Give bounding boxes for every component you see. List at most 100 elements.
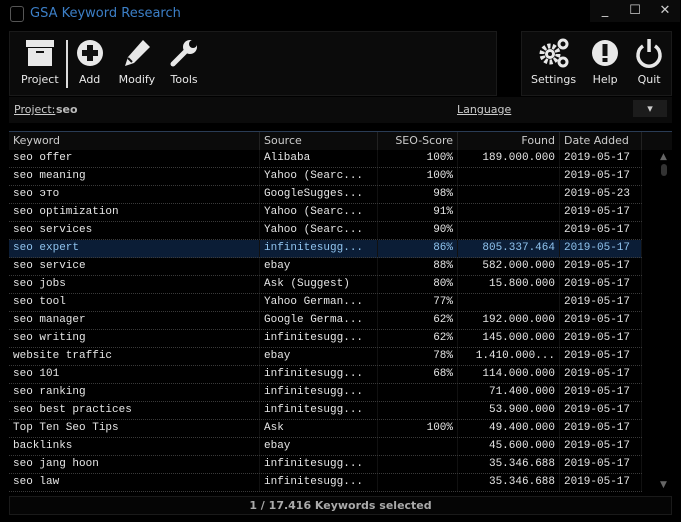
- scroll-up-arrow[interactable]: ▲: [655, 152, 672, 162]
- cell-keyword: seo tool: [9, 294, 260, 311]
- cell-seo-score: 100%: [378, 168, 458, 185]
- project-link[interactable]: Project:: [14, 103, 55, 116]
- quit-button[interactable]: Quit: [627, 38, 671, 86]
- cell-found: 35.346.688: [458, 474, 560, 491]
- vertical-scrollbar[interactable]: ▲ ▼: [655, 150, 672, 495]
- cell-date-added: 2019-05-17: [560, 348, 642, 365]
- cell-seo-score: 78%: [378, 348, 458, 365]
- cell-seo-score: 88%: [378, 258, 458, 275]
- table-row[interactable]: seo optimization Yahoo (Searc... 91% 2019-0…: [9, 204, 642, 222]
- table-row[interactable]: seo services Yahoo (Searc... 90% 2019-05-17: [9, 222, 642, 240]
- cell-found: 805.337.464: [458, 240, 560, 257]
- cell-date-added: 2019-05-17: [560, 168, 642, 185]
- cell-source: Google Germa...: [260, 312, 378, 329]
- cell-date-added: 2019-05-17: [560, 240, 642, 257]
- minimize-button[interactable]: _: [590, 0, 620, 22]
- scroll-down-arrow[interactable]: ▼: [655, 480, 672, 490]
- table-row[interactable]: seo best practices infinitesugg... 53.900.…: [9, 402, 642, 420]
- table-row[interactable]: seo manager Google Germa... 62% 192.000.000…: [9, 312, 642, 330]
- window-title: GSA Keyword Research: [30, 6, 181, 21]
- cell-source: infinitesugg...: [260, 474, 378, 491]
- scroll-thumb[interactable]: [660, 164, 667, 176]
- cell-date-added: 2019-05-17: [560, 150, 642, 167]
- table-row[interactable]: Top Ten Seo Tips Ask 100% 49.400.000 2019-05…: [9, 420, 642, 438]
- cell-source: ebay: [260, 348, 378, 365]
- cell-date-added: 2019-05-17: [560, 438, 642, 455]
- cell-seo-score: [378, 384, 458, 401]
- cell-found: 114.000.000: [458, 366, 560, 383]
- language-dropdown[interactable]: ▾: [633, 100, 667, 117]
- cell-found: [458, 294, 560, 311]
- cell-source: ebay: [260, 438, 378, 455]
- settings-button[interactable]: Settings: [524, 38, 583, 86]
- cell-seo-score: [378, 456, 458, 473]
- column-header-source[interactable]: Source: [260, 132, 378, 150]
- column-header-found[interactable]: Found: [458, 132, 560, 150]
- cell-source: infinitesugg...: [260, 330, 378, 347]
- power-icon: [636, 39, 662, 68]
- close-button[interactable]: ✕: [650, 0, 680, 22]
- cell-found: 1.410.000...: [458, 348, 560, 365]
- cell-found: [458, 168, 560, 185]
- box-icon: [25, 40, 54, 66]
- cell-found: [458, 186, 560, 203]
- table-row[interactable]: website traffic ebay 78% 1.410.000... 2019-0…: [9, 348, 642, 366]
- tools-button[interactable]: Tools: [162, 38, 206, 86]
- cell-source: Yahoo (Searc...: [260, 168, 378, 185]
- table-row[interactable]: seo jang hoon infinitesugg... 35.346.688 20…: [9, 456, 642, 474]
- right-toolbar: Settings Help Quit: [521, 31, 672, 96]
- table-row[interactable]: seo 101 infinitesugg... 68% 114.000.000 2019…: [9, 366, 642, 384]
- cell-seo-score: 86%: [378, 240, 458, 257]
- cell-keyword: seo service: [9, 258, 260, 275]
- table-row[interactable]: seo ranking infinitesugg... 71.400.000 2019…: [9, 384, 642, 402]
- cell-seo-score: 62%: [378, 312, 458, 329]
- column-header-date-added[interactable]: Date Added: [560, 132, 642, 150]
- table-row[interactable]: seo offer Alibaba 100% 189.000.000 2019-05-1…: [9, 150, 642, 168]
- cell-seo-score: 100%: [378, 150, 458, 167]
- plus-circle-icon: [76, 40, 103, 66]
- column-header-seo-score[interactable]: SEO-Score: [378, 132, 458, 150]
- cell-keyword: seo offer: [9, 150, 260, 167]
- cell-date-added: 2019-05-17: [560, 312, 642, 329]
- cell-date-added: 2019-05-17: [560, 384, 642, 401]
- project-button[interactable]: Project: [14, 38, 66, 86]
- table-row[interactable]: seo writing infinitesugg... 62% 145.000.000…: [9, 330, 642, 348]
- pencil-icon: [124, 40, 150, 66]
- table-row[interactable]: seo jobs Ask (Suggest) 80% 15.800.000 2019-0…: [9, 276, 642, 294]
- column-header-keyword[interactable]: Keyword: [9, 132, 260, 150]
- cell-date-added: 2019-05-17: [560, 474, 642, 491]
- cell-date-added: 2019-05-17: [560, 294, 642, 311]
- cell-found: 15.800.000: [458, 276, 560, 293]
- cell-found: 71.400.000: [458, 384, 560, 401]
- cell-source: infinitesugg...: [260, 240, 378, 257]
- table-row[interactable]: seo service ebay 88% 582.000.000 2019-05-17: [9, 258, 642, 276]
- modify-button[interactable]: Modify: [112, 38, 162, 86]
- cell-source: Alibaba: [260, 150, 378, 167]
- table-row[interactable]: seo tool Yahoo German... 77% 2019-05-17: [9, 294, 642, 312]
- cell-found: 35.346.688: [458, 456, 560, 473]
- cell-found: 192.000.000: [458, 312, 560, 329]
- keyword-table: Keyword Source SEO-Score Found Date Adde…: [9, 131, 672, 496]
- table-row[interactable]: seo expert infinitesugg... 86% 805.337.464 2…: [9, 240, 642, 258]
- maximize-button[interactable]: ☐: [620, 0, 650, 22]
- app-icon: [10, 6, 24, 22]
- table-row[interactable]: seo meaning Yahoo (Searc... 100% 2019-05-17: [9, 168, 642, 186]
- table-row[interactable]: seo это GoogleSugges... 98% 2019-05-23: [9, 186, 642, 204]
- cell-keyword: seo meaning: [9, 168, 260, 185]
- cell-found: 582.000.000: [458, 258, 560, 275]
- help-button[interactable]: Help: [583, 38, 627, 86]
- add-button[interactable]: Add: [68, 38, 112, 86]
- cell-keyword: seo law: [9, 474, 260, 491]
- status-bar: 1 / 17.416 Keywords selected: [9, 496, 672, 515]
- table-row[interactable]: seo law infinitesugg... 35.346.688 2019-05-…: [9, 474, 642, 492]
- cell-seo-score: 100%: [378, 420, 458, 437]
- cell-keyword: seo expert: [9, 240, 260, 257]
- table-row[interactable]: backlinks ebay 45.600.000 2019-05-17: [9, 438, 642, 456]
- cell-keyword: seo jobs: [9, 276, 260, 293]
- cell-seo-score: 80%: [378, 276, 458, 293]
- cell-seo-score: 98%: [378, 186, 458, 203]
- cell-date-added: 2019-05-17: [560, 258, 642, 275]
- cell-keyword: seo manager: [9, 312, 260, 329]
- language-link[interactable]: Language: [457, 103, 511, 116]
- cell-seo-score: 91%: [378, 204, 458, 221]
